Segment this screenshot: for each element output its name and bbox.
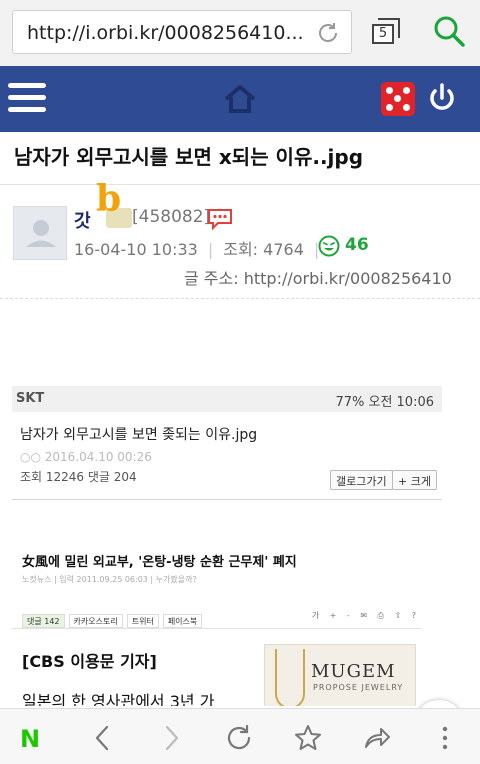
embedded-ad-brand: MUGEM — [311, 661, 396, 682]
post-title: 남자가 외무고시를 보면 x되는 이유..jpg — [14, 145, 364, 169]
embedded-divider — [12, 499, 442, 500]
embedded-reporter: [CBS 이용문 기자] — [22, 652, 157, 671]
hamburger-icon[interactable] — [8, 83, 46, 115]
embedded-enlarge-button: + 크게 — [392, 470, 437, 490]
divider — [0, 184, 480, 185]
necklace-image — [275, 649, 305, 706]
embedded-status-right: 77% 오전 10:06 — [335, 395, 434, 410]
views-count: 4764 — [263, 240, 304, 259]
embedded-ad: MUGEM PROPOSE JEWELRY — [264, 644, 416, 706]
dice-icon[interactable] — [381, 82, 415, 116]
views-label: 조회: — [223, 240, 259, 259]
embedded-share-facebook: 페이스북 — [162, 614, 203, 628]
embedded-image[interactable]: SKT 77% 오전 10:06 남자가 외무고시를 보면 좆되는 이유.jpg… — [12, 386, 442, 706]
naver-home-button[interactable]: N — [20, 725, 40, 753]
more-icon[interactable] — [430, 723, 460, 753]
home-icon[interactable] — [223, 84, 257, 114]
author-name[interactable]: 갓 — [74, 207, 91, 233]
smile-icon[interactable] — [318, 235, 340, 257]
embedded-post-stats: 조회 12246 댓글 204 — [20, 470, 137, 484]
url-text[interactable]: http://i.orbi.kr/0008256410... — [27, 22, 307, 44]
short-url[interactable]: 글 주소: http://orbi.kr/0008256410 — [184, 265, 452, 289]
embedded-news-meta: 노컷뉴스 | 입력 2011.09.25 06:03 | 누가봤을까? — [22, 575, 197, 584]
post-date: 16-04-10 10:33 — [74, 240, 198, 259]
embedded-share-twitter: 트위터 — [126, 614, 159, 628]
power-icon[interactable] — [426, 82, 458, 114]
embedded-ad-sub: PROPOSE JEWELRY — [313, 683, 404, 692]
embedded-comment-count: 댓글 142 — [22, 614, 65, 628]
handwritten-mark: b — [96, 178, 122, 220]
reload-icon[interactable] — [224, 723, 254, 753]
avatar[interactable] — [13, 206, 67, 260]
embedded-post-date: ○○ 2016.04.10 00:26 — [20, 450, 152, 464]
browser-url-bar: http://i.orbi.kr/0008256410... 5 — [0, 0, 480, 66]
embedded-share-bar: 댓글 142 카카오스토리 트위터 페이스북 — [22, 609, 206, 628]
back-icon[interactable] — [88, 723, 118, 753]
tab-count: 5 — [372, 24, 394, 44]
embedded-text-tools: 가 + - ✉ ⎙ ⇧ ? — [311, 611, 420, 620]
star-icon[interactable] — [293, 723, 323, 753]
embedded-news-title: 女風에 밀린 외교부, '온탕-냉탕 순환 근무제' 폐지 — [22, 555, 297, 570]
embedded-carrier: SKT — [16, 391, 45, 406]
author-id: [458082] — [132, 207, 211, 227]
user-icon — [26, 220, 56, 247]
embedded-status-bar: SKT 77% 오전 10:06 — [12, 386, 442, 412]
browser-bottom-toolbar: N — [0, 708, 480, 764]
embedded-share-kakao: 카카오스토리 — [68, 614, 123, 628]
short-url-label: 글 주소: — [184, 269, 239, 288]
share-icon[interactable] — [362, 723, 392, 753]
embedded-lead-text: 일본의 한 영사관에서 3년 가 — [22, 692, 215, 706]
forward-icon[interactable] — [156, 723, 186, 753]
site-header — [0, 66, 480, 132]
embedded-divider — [12, 628, 422, 629]
reload-icon[interactable] — [315, 20, 341, 46]
like-count: 46 — [345, 235, 369, 255]
embedded-post-title: 남자가 외무고시를 보면 좆되는 이유.jpg — [20, 427, 258, 443]
short-url-value[interactable]: http://orbi.kr/0008256410 — [244, 269, 452, 288]
embedded-gallery-button: 갤로그가기 — [330, 470, 393, 490]
post-meta: 16-04-10 10:33 | 조회: 4764 | — [74, 240, 320, 259]
search-icon[interactable] — [432, 14, 466, 48]
url-field[interactable]: http://i.orbi.kr/0008256410... — [12, 10, 352, 54]
divider — [0, 298, 480, 299]
message-icon[interactable] — [207, 208, 233, 230]
tabs-button[interactable]: 5 — [372, 18, 402, 46]
